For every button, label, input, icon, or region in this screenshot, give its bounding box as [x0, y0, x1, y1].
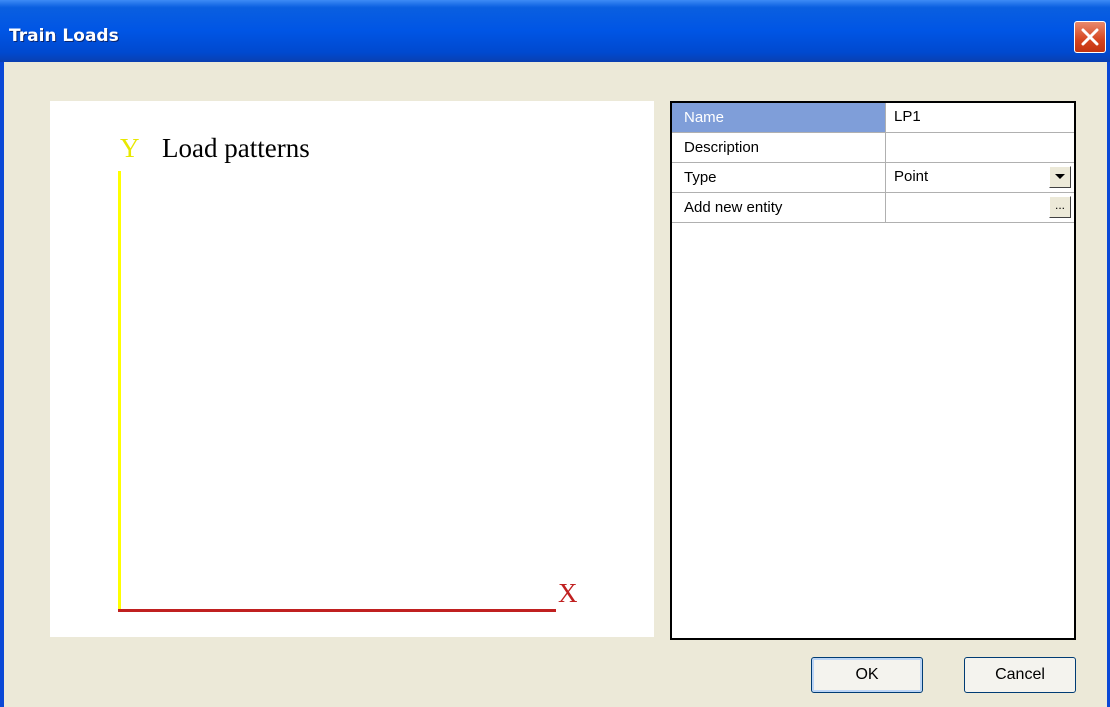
property-row-description[interactable]: Description: [672, 133, 1074, 163]
chevron-down-icon: [1055, 174, 1065, 179]
ellipsis-button[interactable]: ...: [1049, 196, 1071, 218]
property-row-type[interactable]: Type Point: [672, 163, 1074, 193]
property-add-new-entity-value[interactable]: ...: [886, 193, 1074, 222]
close-button[interactable]: [1074, 21, 1106, 53]
property-name-label: Name: [672, 103, 886, 132]
property-grid: Name LP1 Description Type Point Add new …: [670, 101, 1076, 640]
property-type-label: Type: [672, 163, 886, 192]
property-description-label: Description: [672, 133, 886, 162]
cancel-button[interactable]: Cancel: [964, 657, 1076, 693]
x-axis-label: X: [558, 578, 578, 608]
window-frame-left: [0, 62, 4, 707]
property-add-new-entity-label: Add new entity: [672, 193, 886, 222]
type-selected-value: Point: [894, 168, 929, 185]
load-pattern-canvas[interactable]: Y Load patterns X: [50, 101, 654, 637]
train-loads-dialog: Train Loads Y Load patterns X Name LP1 D…: [0, 0, 1110, 707]
ok-button[interactable]: OK: [811, 657, 923, 693]
type-dropdown-button[interactable]: [1049, 166, 1071, 188]
canvas-title: Load patterns: [162, 133, 310, 163]
window-title: Train Loads: [9, 26, 119, 46]
x-axis-line: [118, 609, 556, 612]
property-type-value[interactable]: Point: [886, 163, 1074, 192]
close-icon: [1081, 28, 1099, 46]
y-axis-label: Y: [120, 133, 140, 163]
title-bar[interactable]: Train Loads: [0, 0, 1110, 62]
property-row-name[interactable]: Name LP1: [672, 103, 1074, 133]
y-axis-line: [118, 171, 121, 611]
property-row-add-new-entity[interactable]: Add new entity ...: [672, 193, 1074, 223]
property-description-value[interactable]: [886, 133, 1074, 162]
property-name-value[interactable]: LP1: [886, 103, 1074, 132]
